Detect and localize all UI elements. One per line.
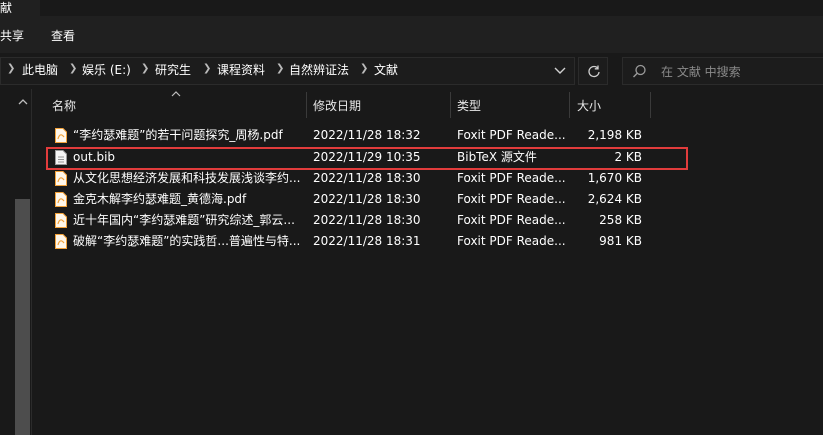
pdf-file-icon xyxy=(55,234,67,249)
scrollbar-thumb[interactable] xyxy=(15,199,30,435)
chevron-right-icon[interactable]: ❯ xyxy=(360,63,368,74)
sort-ascending-icon xyxy=(171,91,181,97)
refresh-icon xyxy=(588,65,600,78)
column-header-size[interactable]: 大小 xyxy=(577,97,601,114)
file-type: Foxit PDF Reade... xyxy=(457,171,566,185)
column-header-modified[interactable]: 修改日期 xyxy=(313,97,361,114)
pane-divider[interactable] xyxy=(31,89,32,435)
refresh-button[interactable] xyxy=(578,57,608,85)
file-row[interactable]: 金克木解李约瑟难题_黄德海.pdf 2022/11/28 18:30 Foxit… xyxy=(44,189,650,210)
pdf-file-icon xyxy=(55,171,67,186)
file-name[interactable]: 近十年国内“李约瑟难题”研究综述_郭云... xyxy=(73,210,305,231)
file-type: Foxit PDF Reade... xyxy=(457,192,566,206)
highlight-box xyxy=(46,147,688,170)
file-size: 981 KB xyxy=(599,234,642,248)
file-row[interactable]: “李约瑟难题”的若干问题探究_周杨.pdf 2022/11/28 18:32 F… xyxy=(44,125,650,146)
chevron-right-icon[interactable]: ❯ xyxy=(7,63,15,74)
chevron-right-icon[interactable]: ❯ xyxy=(203,63,211,74)
breadcrumb-item[interactable]: 自然辨证法 xyxy=(289,62,349,78)
pdf-file-icon xyxy=(55,128,67,143)
file-modified: 2022/11/28 18:30 xyxy=(313,213,421,227)
column-divider[interactable] xyxy=(450,92,451,118)
chevron-down-icon[interactable] xyxy=(552,62,568,78)
column-header-type[interactable]: 类型 xyxy=(457,97,481,114)
pdf-file-icon xyxy=(55,192,67,207)
file-size: 258 KB xyxy=(599,213,642,227)
chevron-right-icon[interactable]: ❯ xyxy=(69,63,77,74)
breadcrumb-item[interactable]: 研究生 xyxy=(155,62,191,78)
column-header-name[interactable]: 名称 xyxy=(52,97,76,114)
file-name[interactable]: 金克木解李约瑟难题_黄德海.pdf xyxy=(73,189,305,210)
file-row[interactable]: 破解“李约瑟难题”的实践哲...普遍性与特... 2022/11/28 18:3… xyxy=(44,231,650,252)
column-divider[interactable] xyxy=(569,92,570,118)
breadcrumb-current[interactable]: 文献 xyxy=(374,62,398,78)
file-modified: 2022/11/28 18:32 xyxy=(313,128,421,142)
tab-view[interactable]: 查看 xyxy=(51,27,75,44)
window-title: 献 xyxy=(0,0,40,16)
file-size: 2,624 KB xyxy=(587,192,642,206)
chevron-right-icon[interactable]: ❯ xyxy=(276,63,284,74)
file-size: 2,198 KB xyxy=(587,128,642,142)
breadcrumb-item[interactable]: 娱乐 (E:) xyxy=(82,62,131,78)
column-divider[interactable] xyxy=(306,92,307,118)
breadcrumb-item[interactable]: 此电脑 xyxy=(22,62,58,78)
search-placeholder: 在 文献 中搜索 xyxy=(661,65,741,79)
file-name[interactable]: “李约瑟难题”的若干问题探究_周杨.pdf xyxy=(73,125,305,146)
file-name[interactable]: 从文化思想经济发展和科技发展浅谈李约... xyxy=(73,168,305,189)
chevron-right-icon[interactable]: ❯ xyxy=(141,63,149,74)
file-modified: 2022/11/28 18:31 xyxy=(313,234,421,248)
ribbon-bar xyxy=(0,16,823,53)
pdf-file-icon xyxy=(55,213,67,228)
file-modified: 2022/11/28 18:30 xyxy=(313,171,421,185)
column-divider[interactable] xyxy=(650,92,651,118)
file-size: 1,670 KB xyxy=(587,171,642,185)
file-row[interactable]: 近十年国内“李约瑟难题”研究综述_郭云... 2022/11/28 18:30 … xyxy=(44,210,650,231)
file-type: Foxit PDF Reade... xyxy=(457,213,566,227)
file-type: Foxit PDF Reade... xyxy=(457,234,566,248)
file-name[interactable]: 破解“李约瑟难题”的实践哲...普遍性与特... xyxy=(73,231,305,252)
scroll-up-arrow-icon[interactable] xyxy=(17,96,29,108)
search-icon xyxy=(633,64,646,78)
file-modified: 2022/11/28 18:30 xyxy=(313,192,421,206)
file-type: Foxit PDF Reade... xyxy=(457,128,566,142)
file-row[interactable]: 从文化思想经济发展和科技发展浅谈李约... 2022/11/28 18:30 F… xyxy=(44,168,650,189)
breadcrumb-item[interactable]: 课程资料 xyxy=(217,62,265,78)
tab-share[interactable]: 共享 xyxy=(0,27,24,44)
